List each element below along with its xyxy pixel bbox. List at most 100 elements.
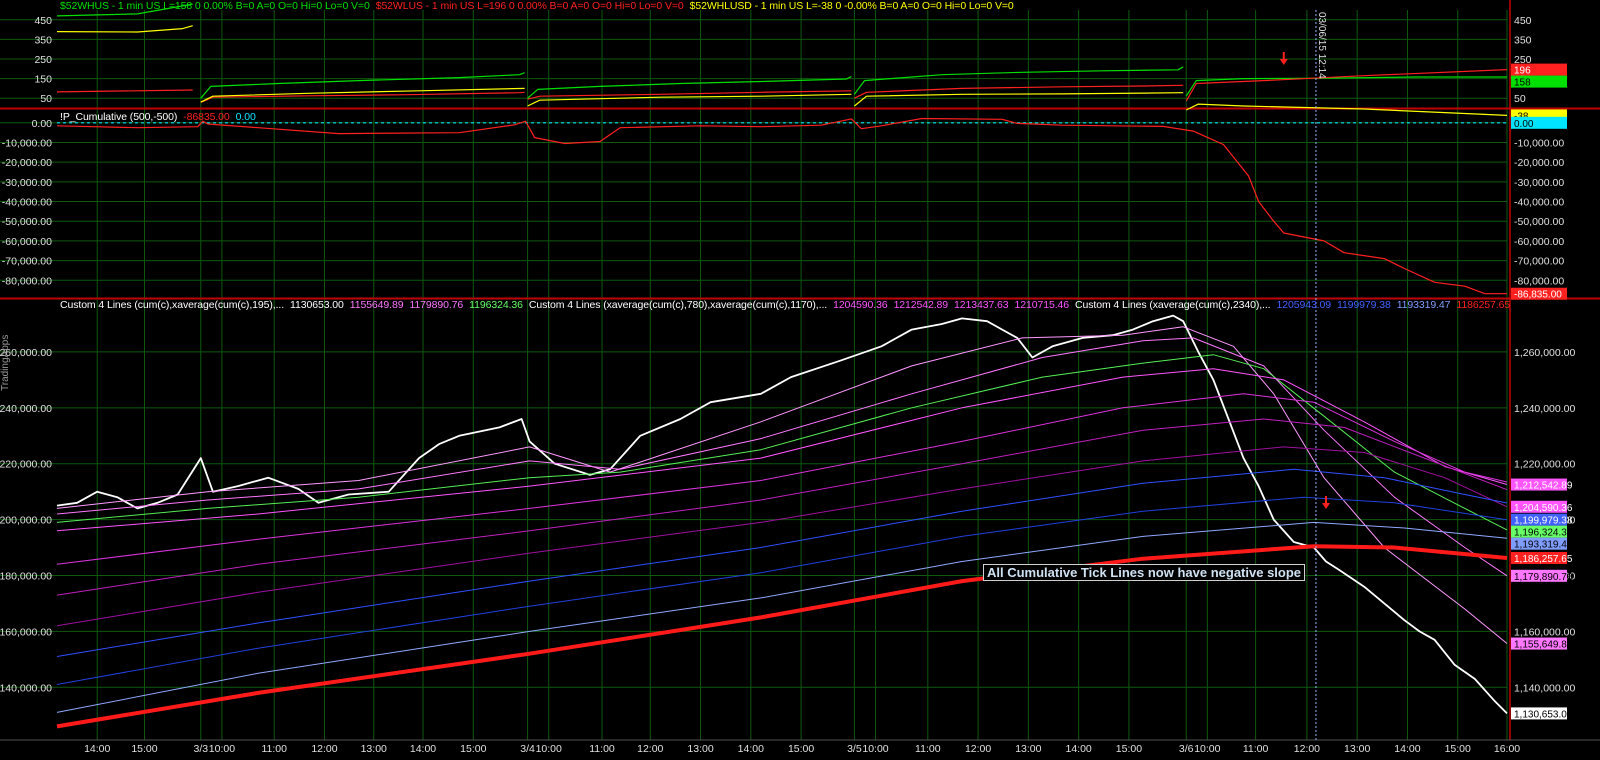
- bottom-header-item: 1212542.89: [893, 299, 949, 311]
- x-tick-label: 15:00: [460, 743, 486, 755]
- y-tick-label-left: 1,140,000.00: [0, 682, 52, 694]
- x-tick-label: 13:00: [1015, 743, 1041, 755]
- series-line: [200, 72, 525, 99]
- x-tick-label: 12:00: [1294, 743, 1320, 755]
- last-value-text: 1,186,257.65: [1514, 554, 1573, 565]
- bottom-pane-header: Custom 4 Lines (cum(c),xaverage(cum(c),1…: [60, 299, 1516, 311]
- y-tick-label-right: 350: [1514, 34, 1532, 46]
- x-tick-label: 15:00: [131, 743, 157, 755]
- x-tick-label: 12:00: [311, 743, 337, 755]
- x-tick-label: 13:00: [687, 743, 713, 755]
- y-tick-label-right: 50: [1514, 93, 1526, 105]
- last-value-text: 1,199,979.38: [1514, 516, 1573, 527]
- bottom-header-item: 1155649.89: [349, 299, 404, 311]
- y-tick-label-left: 1,200,000.00: [0, 515, 52, 527]
- y-tick-label-right: 1,260,000.00: [1514, 347, 1575, 359]
- brand-watermark: TradingApps: [0, 334, 11, 392]
- y-tick-label-right: -10,000.00: [1514, 137, 1564, 149]
- y-tick-label-right: 1,140,000.00: [1514, 682, 1575, 694]
- y-tick-label-right: 450: [1514, 15, 1532, 27]
- x-tick-label: 12:00: [965, 743, 991, 755]
- y-tick-label-right: -20,000.00: [1514, 157, 1564, 169]
- last-value-text: 1,196,324.36: [1514, 528, 1573, 539]
- x-tick-label: 3/5: [847, 743, 862, 755]
- last-value-text: 1,130,653.00: [1514, 709, 1573, 720]
- series-line: [854, 84, 1184, 99]
- bottom-header-item: 1193319.47: [1396, 299, 1451, 311]
- x-tick-label: 14:00: [1394, 743, 1420, 755]
- middle-header-item: 0.00: [235, 111, 256, 123]
- cursor-line[interactable]: 03/06/15 12:14: [1315, 10, 1327, 740]
- x-tick-label: 13:00: [361, 743, 387, 755]
- series-line: [1185, 76, 1507, 97]
- bottom-header-item: Custom 4 Lines (xaverage(cum(c),780),xav…: [528, 299, 828, 311]
- series-line: [200, 91, 525, 104]
- y-tick-label-left: 1,160,000.00: [0, 626, 52, 638]
- last-value-text: 158: [1514, 78, 1531, 89]
- top-header-item: $52WHUS - 1 min US L=158 0 0.00% B=0 A=0…: [60, 0, 370, 12]
- x-tick-label: 14:00: [738, 743, 764, 755]
- bottom-header-item: 1130653.00: [290, 299, 344, 311]
- x-tick-label: 10:00: [536, 743, 562, 755]
- top-header-item: $52WHLUSD - 1 min US L=-38 0 -0.00% B=0 …: [689, 0, 1014, 12]
- bottom-header-item: Custom 4 Lines (cum(c),xaverage(cum(c),1…: [60, 299, 285, 311]
- y-tick-label-left: -80,000.00: [2, 275, 52, 287]
- series-line: [1185, 69, 1508, 102]
- y-tick-label-left: -70,000.00: [2, 256, 52, 268]
- y-tick-label-left: -60,000.00: [2, 236, 52, 248]
- x-tick-label: 11:00: [261, 743, 287, 755]
- y-tick-label-right: -70,000.00: [1514, 256, 1564, 268]
- top-header-item: $52WLUS - 1 min US L=196 0 0.00% B=0 A=0…: [375, 0, 684, 12]
- y-tick-label-left: 350: [34, 34, 52, 46]
- series-line: [1185, 103, 1508, 116]
- middle-header-item: -86835.00: [183, 111, 230, 123]
- x-tick-label: 10:00: [209, 743, 235, 755]
- x-tick-label: 14:00: [84, 743, 110, 755]
- last-value-text: 1,155,649.89: [1514, 640, 1573, 651]
- y-tick-label-right: -30,000.00: [1514, 177, 1564, 189]
- y-tick-label-right: 1,160,000.00: [1514, 626, 1575, 638]
- bottom-header-item: 1204590.36: [833, 299, 888, 311]
- x-tick-label: 11:00: [915, 743, 941, 755]
- bottom-header-item: 1179890.76: [409, 299, 464, 311]
- last-value-text: 196: [1514, 66, 1531, 77]
- middle-pane-header: !P_Cumulative (500,-500) -86835.00 0.00: [60, 111, 262, 123]
- bottom-header-item: 1196324.36: [469, 299, 523, 311]
- x-tick-label: 15:00: [1116, 743, 1142, 755]
- y-tick-label-left: -20,000.00: [2, 157, 52, 169]
- annotation-note: All Cumulative Tick Lines now have negat…: [983, 564, 1306, 581]
- x-tick-label: 3/3: [193, 743, 208, 755]
- arrow-marker-head: [1322, 503, 1331, 509]
- y-tick-label-left: 150: [34, 74, 52, 86]
- y-tick-label-right: -40,000.00: [1514, 197, 1564, 209]
- y-tick-label-right: 1,220,000.00: [1514, 459, 1575, 471]
- series-line: [56, 89, 193, 93]
- x-tick-label: 15:00: [788, 743, 814, 755]
- top-pane-header: $52WHUS - 1 min US L=158 0 0.00% B=0 A=0…: [60, 0, 1020, 12]
- y-tick-label-left: -40,000.00: [2, 197, 52, 209]
- arrow-marker-head: [1279, 59, 1288, 65]
- x-tick-label: 14:00: [1065, 743, 1091, 755]
- x-tick-label: 11:00: [1243, 743, 1269, 755]
- series-line: [854, 92, 1184, 107]
- y-tick-label-left: 1,180,000.00: [0, 570, 52, 582]
- y-tick-label-left: 0.00: [32, 118, 53, 130]
- x-tick-label: 3/6: [1179, 743, 1194, 755]
- bottom-header-item: 1213437.63: [954, 299, 1009, 311]
- last-value-text: 1,204,590.36: [1514, 503, 1573, 514]
- x-tick-label: 16:00: [1494, 743, 1520, 755]
- x-tick-label: 3/4: [520, 743, 535, 755]
- y-tick-label-left: 250: [34, 54, 52, 66]
- bottom-header-item: 1199979.38: [1336, 299, 1391, 311]
- last-value-text: 1,212,542.89: [1514, 481, 1573, 492]
- x-tick-label: 10:00: [1194, 743, 1220, 755]
- last-value-text: 1,179,890.76: [1514, 572, 1573, 583]
- y-tick-label-left: 450: [34, 15, 52, 27]
- last-value-text: 0.00: [1514, 119, 1534, 130]
- x-tick-label: 11:00: [589, 743, 615, 755]
- y-tick-label-left: 50: [40, 93, 52, 105]
- y-tick-label-left: -50,000.00: [2, 216, 52, 228]
- bottom-header-item: 1186257.65: [1456, 299, 1511, 311]
- y-tick-label-left: 1,220,000.00: [0, 459, 52, 471]
- y-tick-label-left: -30,000.00: [2, 177, 52, 189]
